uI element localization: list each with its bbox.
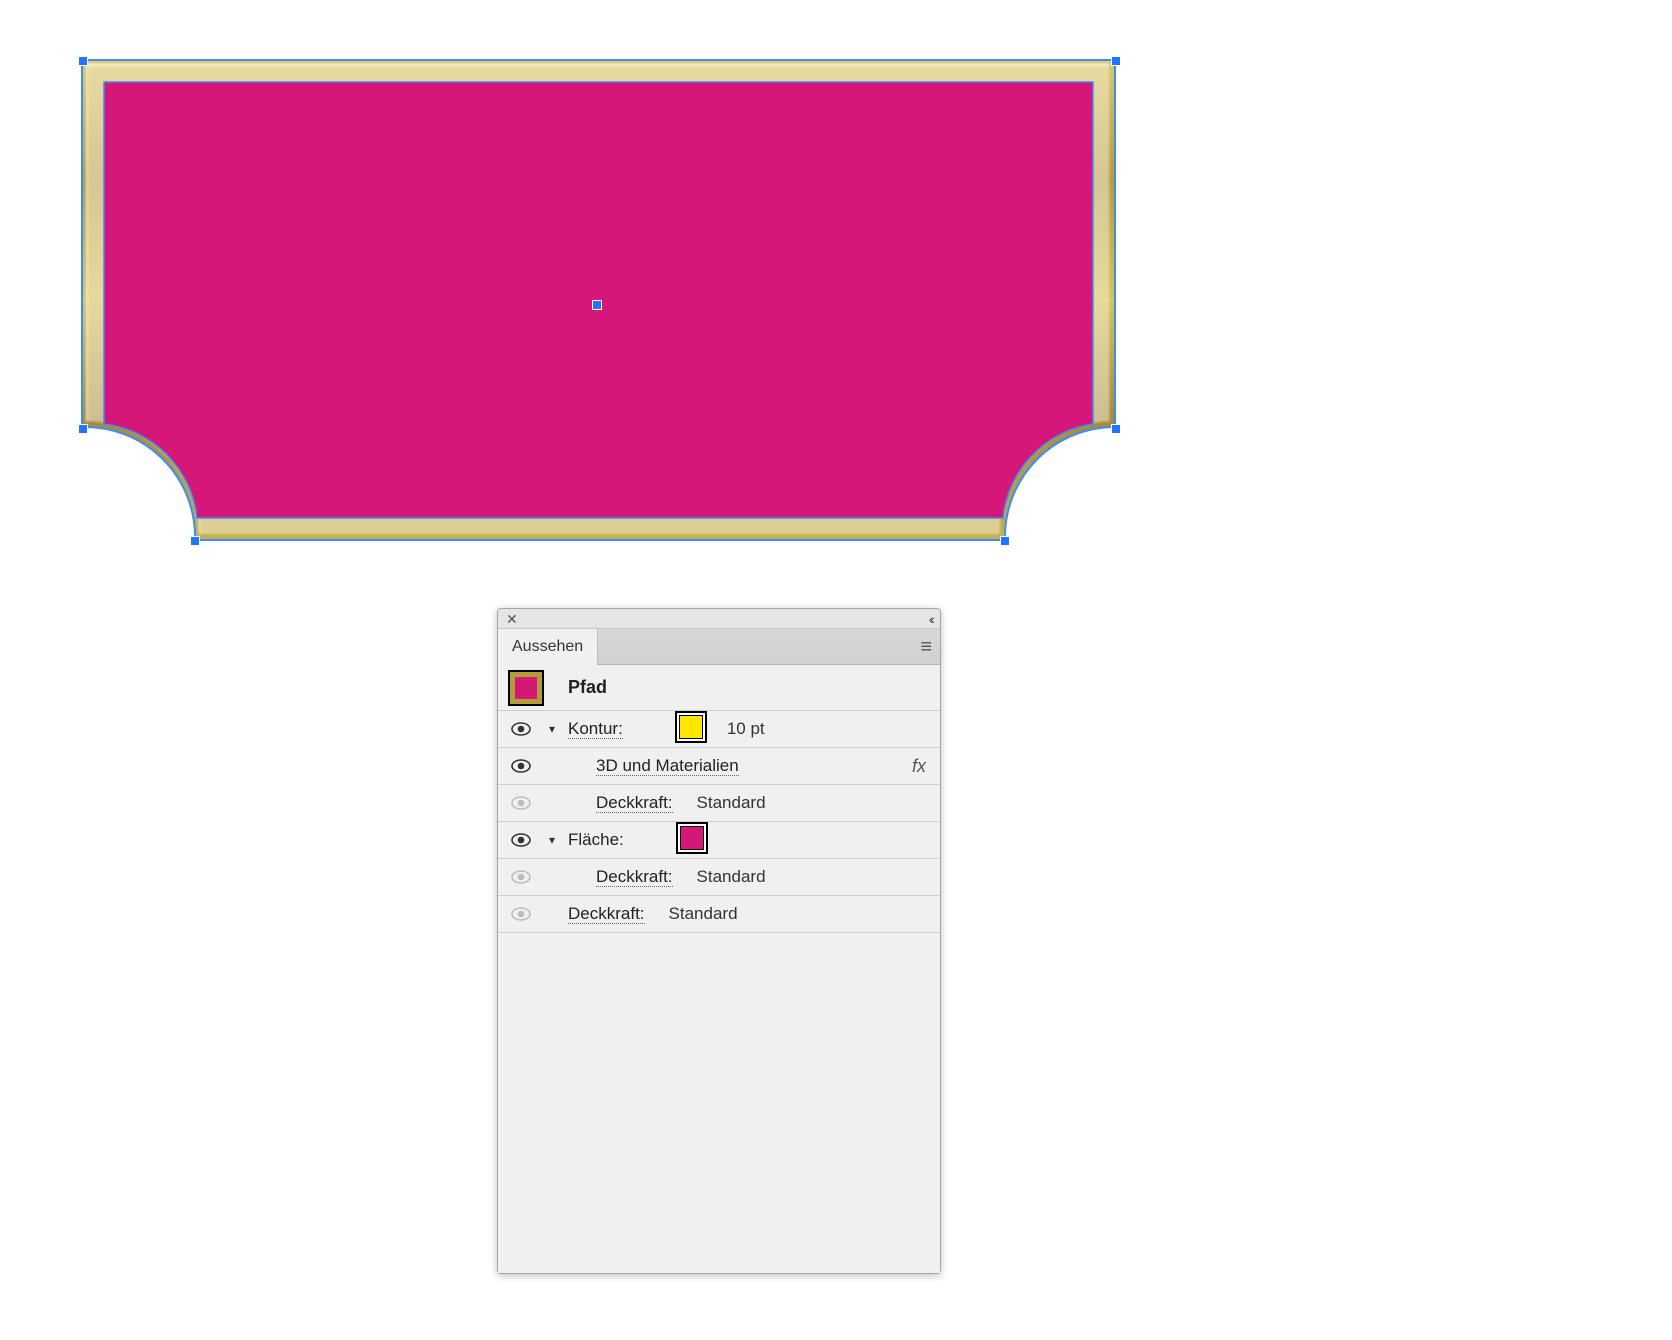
fill-swatch[interactable] — [676, 822, 708, 854]
row-object-opacity[interactable]: Deckkraft: Standard — [498, 896, 940, 933]
stroke-opacity-value[interactable]: Standard — [677, 793, 770, 813]
stroke-swatch[interactable] — [675, 711, 707, 743]
object-thumb[interactable] — [510, 672, 542, 704]
appearance-panel[interactable]: ✕ ‹‹ Aussehen ≡ Pfad ▾ Kontur: — [497, 608, 941, 1274]
selection-handle-bl[interactable] — [190, 536, 200, 546]
fill-label[interactable]: Fläche: — [566, 830, 628, 850]
chevron-down-icon[interactable]: ▾ — [538, 722, 566, 736]
stroke-swatch-color — [679, 715, 703, 739]
collapse-icon[interactable]: ‹‹ — [929, 612, 932, 626]
row-object-header[interactable]: Pfad — [498, 665, 940, 711]
tab-appearance[interactable]: Aussehen — [498, 629, 598, 665]
visibility-toggle-stroke-opacity[interactable] — [504, 796, 538, 810]
visibility-toggle-effect[interactable] — [504, 759, 538, 773]
effect-label[interactable]: 3D und Materialien — [594, 756, 743, 776]
selection-center[interactable] — [592, 300, 602, 310]
visibility-toggle-fill[interactable] — [504, 833, 538, 847]
chevron-down-icon[interactable]: ▾ — [538, 833, 566, 847]
object-name: Pfad — [542, 677, 607, 698]
panel-topbar: ✕ ‹‹ — [498, 609, 940, 629]
stroke-label[interactable]: Kontur: — [566, 719, 627, 739]
panel-tabrow: Aussehen ≡ — [498, 629, 940, 665]
stroke-opacity-label[interactable]: Deckkraft: — [594, 793, 677, 813]
row-fill[interactable]: ▾ Fläche: — [498, 822, 940, 859]
panel-body: Pfad ▾ Kontur: 10 pt — [498, 665, 940, 1273]
object-opacity-label[interactable]: Deckkraft: — [566, 904, 649, 924]
row-stroke-opacity[interactable]: Deckkraft: Standard — [498, 785, 940, 822]
close-icon[interactable]: ✕ — [506, 612, 518, 626]
visibility-toggle-fill-opacity[interactable] — [504, 870, 538, 884]
tab-label: Aussehen — [512, 638, 583, 656]
visibility-toggle-object-opacity[interactable] — [504, 907, 538, 921]
selection-handle-mr[interactable] — [1111, 424, 1121, 434]
panel-menu-icon[interactable]: ≡ — [920, 637, 932, 657]
row-fill-opacity[interactable]: Deckkraft: Standard — [498, 859, 940, 896]
fx-icon[interactable]: fx — [912, 756, 940, 777]
selection-handle-tl[interactable] — [78, 56, 88, 66]
row-effect-3d[interactable]: 3D und Materialien fx — [498, 748, 940, 785]
selection-handle-ml[interactable] — [78, 424, 88, 434]
panel-empty-area — [498, 933, 940, 1273]
row-stroke[interactable]: ▾ Kontur: 10 pt — [498, 711, 940, 748]
fill-opacity-label[interactable]: Deckkraft: — [594, 867, 677, 887]
object-opacity-value[interactable]: Standard — [649, 904, 742, 924]
selection-handle-br[interactable] — [1000, 536, 1010, 546]
selection-handle-tr[interactable] — [1111, 56, 1121, 66]
fill-swatch-color — [680, 826, 704, 850]
visibility-toggle-stroke[interactable] — [504, 722, 538, 736]
stroke-weight-value[interactable]: 10 pt — [711, 719, 769, 739]
fill-opacity-value[interactable]: Standard — [677, 867, 770, 887]
